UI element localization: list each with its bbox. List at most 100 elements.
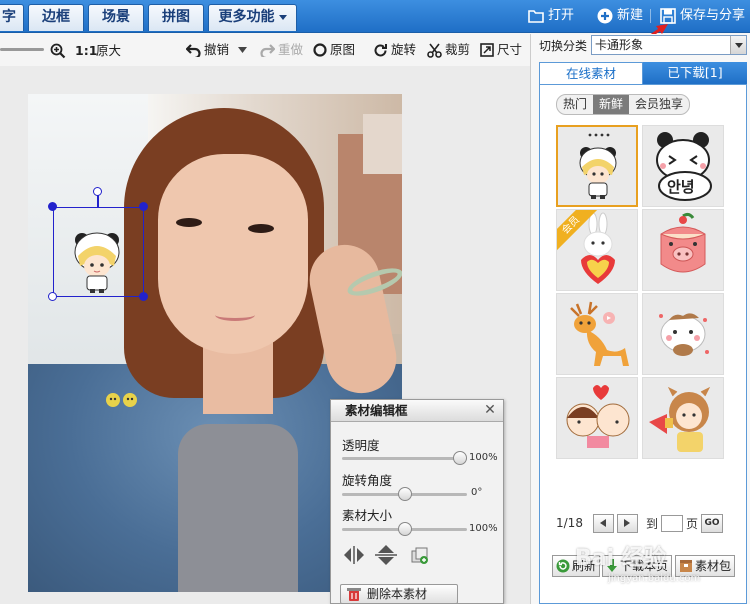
pill-fresh-label: 新鲜 (599, 97, 624, 111)
resize-handle-bottom-left[interactable] (48, 292, 57, 301)
page-info: 1/18 (556, 516, 583, 530)
deer-thumbnail (570, 301, 629, 366)
photo-building-top (363, 114, 402, 174)
panda-girl-sticker (74, 232, 120, 293)
ratio-text: 1:1 (75, 43, 98, 58)
chevron-right-icon (624, 519, 631, 527)
chevron-left-icon (600, 519, 607, 527)
copy-layer-icon[interactable] (411, 547, 429, 568)
go-button[interactable]: GO (700, 513, 723, 533)
material-size-label: 素材大小 (342, 508, 393, 523)
edit-panel-title: 素材编辑框 (345, 403, 408, 418)
sticker-deer[interactable] (556, 293, 638, 375)
sticker-megaphone-girl[interactable] (642, 377, 724, 459)
original-size-button[interactable]: 原大 (96, 43, 121, 59)
delete-material-label: 删除本素材 (367, 587, 428, 601)
material-size-slider[interactable] (342, 522, 467, 536)
pill-hot-label: 热门 (563, 97, 588, 111)
baidu-watermark-url: jingyan.baidu.com (608, 573, 701, 584)
trash-icon (347, 588, 361, 601)
tab-border[interactable]: 边框 (28, 4, 84, 31)
opacity-slider[interactable] (342, 451, 467, 465)
refresh-icon (556, 559, 570, 573)
chevron-down-icon[interactable] (730, 36, 746, 54)
photo-eye-left (176, 218, 202, 227)
sticker-panda-hello[interactable]: 안녕 (642, 125, 724, 207)
photo-eye-right (248, 224, 274, 233)
jacket-badge (106, 393, 137, 407)
original-size-label: 原大 (96, 43, 122, 58)
material-size-knob[interactable] (397, 522, 412, 536)
goto-label: 到 (645, 516, 658, 531)
package-icon (680, 560, 692, 572)
original-image-label: 原图 (330, 42, 356, 57)
flip-vertical-icon[interactable] (375, 544, 397, 569)
sticker-panda-girl[interactable] (556, 125, 638, 207)
chevron-down-icon[interactable] (238, 47, 248, 53)
sticker-apple-pig[interactable] (642, 209, 724, 291)
tab-downloaded[interactable]: 已下载[1] (643, 62, 747, 84)
material-size-value: 100% (469, 523, 498, 534)
close-icon[interactable]: ✕ (483, 403, 497, 417)
tab-more-label: 更多功能 (218, 9, 275, 25)
plus-circle-icon (597, 8, 613, 24)
opacity-slider-knob[interactable] (453, 451, 467, 465)
rotation-angle-value: 0° (471, 487, 483, 498)
sticker-couple-kiss[interactable] (556, 377, 638, 459)
material-edit-panel: 素材编辑框 ✕ 透明度 100% 旋转角度 0° 素材大小 100% 删除本素材 (330, 399, 504, 604)
photo-shirt (178, 424, 298, 592)
pill-hot[interactable]: 热门 (557, 95, 593, 114)
delete-material-button[interactable]: 删除本素材 (340, 584, 458, 604)
resize-handle-top-left[interactable] (48, 202, 57, 211)
rotate-handle[interactable] (93, 187, 102, 196)
undo-button[interactable]: 撤销 (186, 42, 248, 58)
category-select[interactable]: 卡通形象 (591, 35, 747, 55)
pill-vip-only[interactable]: 会员独享 (629, 95, 689, 114)
size-label: 尺寸 (497, 42, 523, 57)
rotate-button[interactable]: 旋转 (373, 42, 416, 58)
tab-more-features[interactable]: 更多功能 (208, 4, 297, 31)
page-label: 页 (685, 516, 698, 531)
rotation-angle-knob[interactable] (397, 487, 412, 501)
save-share-button[interactable]: 保存与分享 (660, 7, 745, 25)
next-page-button[interactable] (616, 513, 638, 533)
tab-collage[interactable]: 拼图 (148, 4, 204, 31)
tab-text[interactable]: 字 (0, 4, 24, 31)
resize-handle-bottom-right[interactable] (139, 292, 148, 301)
redo-button[interactable]: 重做 (260, 42, 303, 58)
rotate-label: 旋转 (391, 42, 417, 57)
opacity-label: 透明度 (342, 438, 380, 453)
sticker-bunny-heart[interactable]: 会员 (556, 209, 638, 291)
original-image-button[interactable]: 原图 (313, 42, 355, 58)
open-label: 打开 (548, 8, 575, 23)
tab-online-materials[interactable]: 在线素材 (539, 62, 643, 84)
tab-scene-label: 场景 (102, 9, 130, 25)
couple-kiss-thumbnail (566, 385, 630, 448)
tab-scene[interactable]: 场景 (88, 4, 144, 31)
ratio-label[interactable]: 1:1 (75, 43, 97, 59)
photo-mouth (215, 309, 255, 321)
switch-category-label: 切换分类 (539, 39, 588, 53)
sticker-selection-box[interactable] (53, 207, 144, 297)
open-button[interactable]: 打开 (528, 7, 574, 25)
sticker-hamster[interactable] (642, 293, 724, 375)
crop-button[interactable]: 裁剪 (427, 42, 470, 58)
page-number-input[interactable] (660, 514, 683, 532)
prev-page-button[interactable] (592, 513, 614, 533)
resize-handle-top-right[interactable] (139, 202, 148, 211)
material-package-label: 素材包 (695, 559, 732, 573)
korean-hello-text: 안녕 (667, 178, 695, 196)
rotation-angle-slider[interactable] (342, 487, 467, 501)
hamster-thumbnail (659, 313, 709, 356)
circle-icon (313, 43, 327, 57)
resize-icon (480, 43, 494, 57)
undo-icon (186, 43, 201, 57)
rotation-angle-label: 旋转角度 (342, 473, 393, 488)
pill-fresh[interactable]: 新鲜 (593, 95, 630, 114)
zoom-in-button[interactable] (50, 43, 66, 59)
edit-panel-header[interactable]: 素材编辑框 ✕ (331, 400, 503, 422)
tab-collage-label: 拼图 (162, 9, 190, 25)
zoom-slider[interactable] (0, 48, 44, 51)
size-button[interactable]: 尺寸 (480, 42, 522, 58)
flip-horizontal-icon[interactable] (343, 546, 365, 567)
